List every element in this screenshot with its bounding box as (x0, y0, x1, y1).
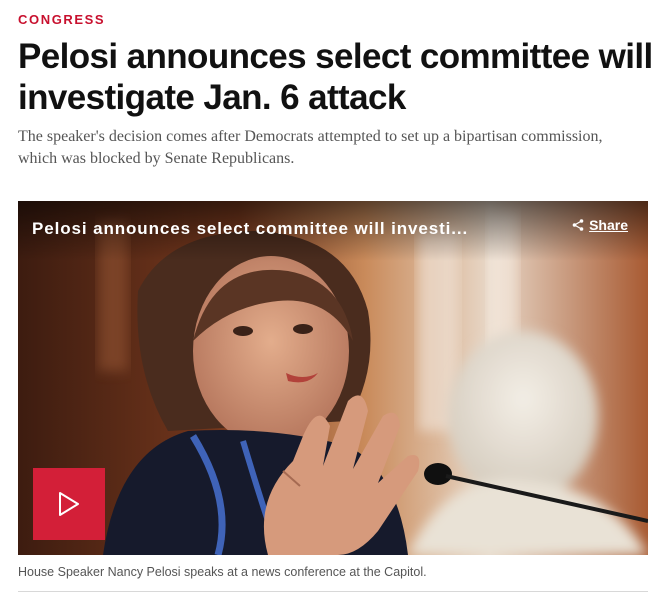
headline: Pelosi announces select committee will i… (18, 37, 653, 117)
video-caption: House Speaker Nancy Pelosi speaks at a n… (18, 565, 427, 579)
share-button[interactable]: Share (572, 215, 628, 235)
video-player[interactable]: Pelosi announces select committee will i… (18, 201, 648, 555)
play-button[interactable] (33, 468, 105, 540)
section-label[interactable]: CONGRESS (18, 12, 105, 27)
article-dek: The speaker's decision comes after Democ… (18, 128, 603, 167)
video-topbar: Pelosi announces select committee will i… (18, 201, 648, 261)
divider (18, 591, 648, 592)
play-icon (59, 492, 79, 516)
video-title: Pelosi announces select committee will i… (32, 219, 469, 238)
share-icon (572, 219, 584, 231)
share-label: Share (589, 217, 628, 233)
